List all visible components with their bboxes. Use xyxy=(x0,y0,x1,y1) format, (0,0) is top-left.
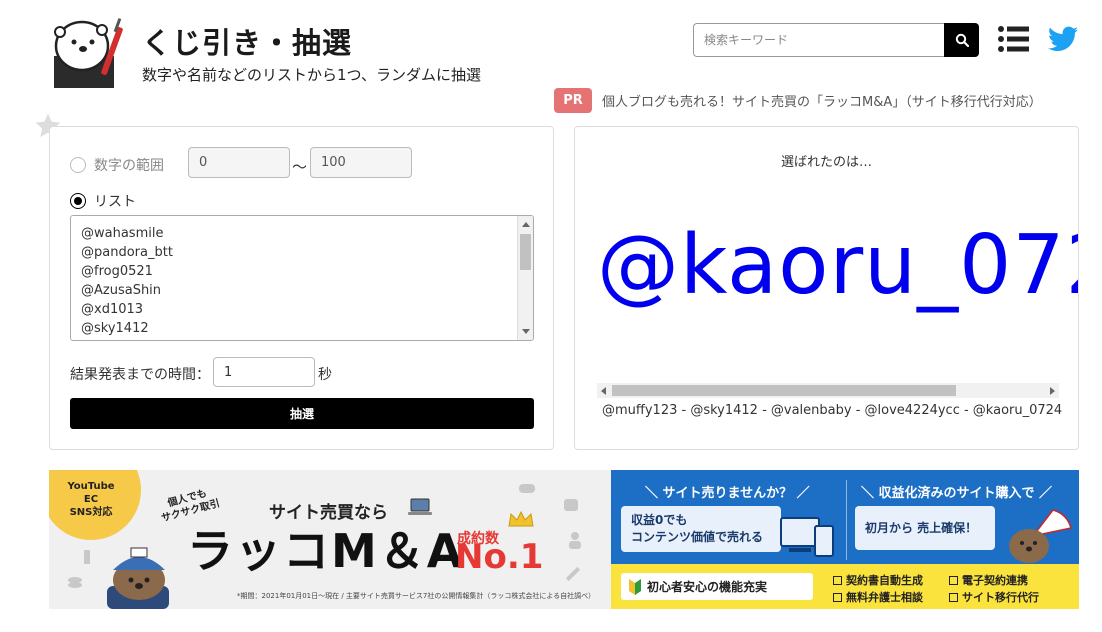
feature-strip: 初心者安心の機能充実 契約書自動生成 電子契約連携 無料弁護士相談 サイト移行代… xyxy=(611,564,1079,609)
lottery-form: 数字の範囲 〜 リスト @wahasmile @pandora_btt @fro… xyxy=(49,126,554,450)
syringe-icon xyxy=(565,566,581,582)
radio-list-row[interactable]: リスト xyxy=(70,191,136,211)
list-item: @wahasmile xyxy=(81,226,164,241)
sell-heading: ＼ サイト売りませんか？ ／ xyxy=(645,486,810,501)
feature-item: 契約書自動生成 xyxy=(833,572,923,588)
otter-logo[interactable] xyxy=(54,16,128,88)
scroll-right-icon[interactable] xyxy=(1050,387,1055,395)
person-icon xyxy=(569,532,581,549)
buy-box: 初月から 売上確保！ xyxy=(855,506,995,550)
list-item: @sky1412 xyxy=(81,321,149,336)
yt-line: SNS対応 xyxy=(69,507,113,518)
sell-box-line: 収益0でも xyxy=(631,513,688,527)
banner-catch: 個人でも サクサク取引 xyxy=(157,485,222,526)
laptop-icon xyxy=(408,498,432,515)
list-textarea[interactable]: @wahasmile @pandora_btt @frog0521 @Azusa… xyxy=(70,215,534,341)
banner-note: *期間：2021年01月01日〜現在 / 主要サイト売買サービス7社の公開情報集… xyxy=(237,592,596,600)
time-label: 結果発表までの時間： xyxy=(70,367,210,383)
feature-label: 電子契約連携 xyxy=(962,574,1028,587)
banner-divider xyxy=(846,480,847,560)
pr-badge: PR xyxy=(554,87,592,113)
list-items: @wahasmile @pandora_btt @frog0521 @Azusa… xyxy=(81,224,173,338)
list-item: @pandora_btt xyxy=(81,245,173,260)
page-title: くじ引き・抽選 xyxy=(142,26,353,60)
feature-item: サイト移行代行 xyxy=(949,589,1039,605)
twitter-icon[interactable] xyxy=(1048,26,1078,52)
feature-label: 無料弁護士相談 xyxy=(846,591,923,604)
checkbox-icon xyxy=(949,593,958,602)
list-item: @AzusaShin xyxy=(81,283,162,298)
search-button[interactable] xyxy=(944,23,979,57)
search-input[interactable] xyxy=(693,23,944,57)
scroll-left-icon[interactable] xyxy=(601,387,606,395)
time-input[interactable] xyxy=(213,357,315,387)
pr-text: 個人ブログも売れる！サイト売買の「ラッコM&A」（サイト移行代行対応） xyxy=(602,94,1042,110)
list-item: @frog0521 xyxy=(81,264,153,279)
search-icon xyxy=(955,33,969,47)
gamepad-icon xyxy=(519,484,535,493)
range-tilde: 〜 xyxy=(292,158,308,176)
otter-mascot-icon xyxy=(107,547,169,609)
radio-list-label: リスト xyxy=(94,194,136,210)
checkbox-icon xyxy=(949,576,958,585)
search-bar xyxy=(693,23,979,57)
result-heading: 選ばれたのは… xyxy=(780,155,872,170)
result-scrollbar[interactable] xyxy=(597,383,1059,398)
range-min-input[interactable] xyxy=(188,147,290,178)
checkbox-icon xyxy=(833,576,842,585)
banner-site-baibai: サイト売買なら xyxy=(269,503,388,523)
time-unit: 秒 xyxy=(318,367,332,383)
lipstick-icon xyxy=(84,550,90,564)
radio-range-label: 数字の範囲 xyxy=(94,158,164,174)
feature-label: サイト移行代行 xyxy=(962,591,1039,604)
beginner-box: 初心者安心の機能充実 xyxy=(621,573,813,600)
radio-range-row[interactable]: 数字の範囲 xyxy=(70,155,164,175)
wallet-icon xyxy=(564,499,578,511)
yt-line: EC xyxy=(83,494,99,505)
yt-badge-text: YouTube EC SNS対応 xyxy=(61,480,121,519)
banner-no1: No.1 xyxy=(455,537,544,577)
crown-icon xyxy=(508,510,534,527)
scroll-thumb[interactable] xyxy=(520,234,531,270)
rakko-ma-banner[interactable]: YouTube EC SNS対応 個人でも サクサク取引 サイト売買なら ラッコ… xyxy=(49,470,1079,609)
feature-label: 契約書自動生成 xyxy=(846,574,923,587)
menu-list-icon[interactable] xyxy=(998,26,1029,52)
range-max-input[interactable] xyxy=(310,147,412,178)
radio-list[interactable] xyxy=(70,193,86,209)
result-panel: 選ばれたのは… @kaoru_0724 @muffy123 - @sky1412… xyxy=(574,126,1079,450)
beginner-text: 初心者安心の機能充実 xyxy=(647,580,768,594)
draw-button[interactable]: 抽選 xyxy=(70,398,534,429)
coins-icon xyxy=(68,577,82,588)
result-value: @kaoru_0724 xyxy=(597,218,1078,313)
otter-fan-icon xyxy=(1009,509,1072,563)
list-item: @xd1013 xyxy=(81,302,144,317)
banner-right: ＼ サイト売りませんか？ ／ ＼ 収益化済みのサイト購入で ／ 収益0でも コン… xyxy=(611,470,1079,609)
list-scrollbar[interactable] xyxy=(517,216,533,340)
devices-icon xyxy=(780,517,834,557)
buy-heading: ＼ 収益化済みのサイト購入で ／ xyxy=(861,486,1053,501)
scroll-thumb[interactable] xyxy=(612,385,956,396)
checkbox-icon xyxy=(833,593,842,602)
scroll-up-icon[interactable] xyxy=(522,222,530,227)
feature-item: 無料弁護士相談 xyxy=(833,589,923,605)
feature-item: 電子契約連携 xyxy=(949,572,1028,588)
result-history: @muffy123 - @sky1412 - @valenbaby - @lov… xyxy=(602,403,1063,418)
banner-left: YouTube EC SNS対応 個人でも サクサク取引 サイト売買なら ラッコ… xyxy=(49,470,611,609)
sell-box-line: コンテンツ価値で売れる xyxy=(631,530,764,544)
scroll-down-icon[interactable] xyxy=(522,329,530,334)
pr-ad-link[interactable]: PR 個人ブログも売れる！サイト売買の「ラッコM&A」（サイト移行代行対応） xyxy=(554,87,1042,113)
sell-box: 収益0でも コンテンツ価値で売れる xyxy=(621,506,781,552)
page-subtitle: 数字や名前などのリストから1つ、ランダムに抽選 xyxy=(142,66,481,84)
yt-line: YouTube xyxy=(67,481,115,492)
banner-brand: ラッコM＆A xyxy=(187,524,465,578)
radio-range[interactable] xyxy=(70,157,86,173)
beginner-mark-icon xyxy=(629,578,641,595)
